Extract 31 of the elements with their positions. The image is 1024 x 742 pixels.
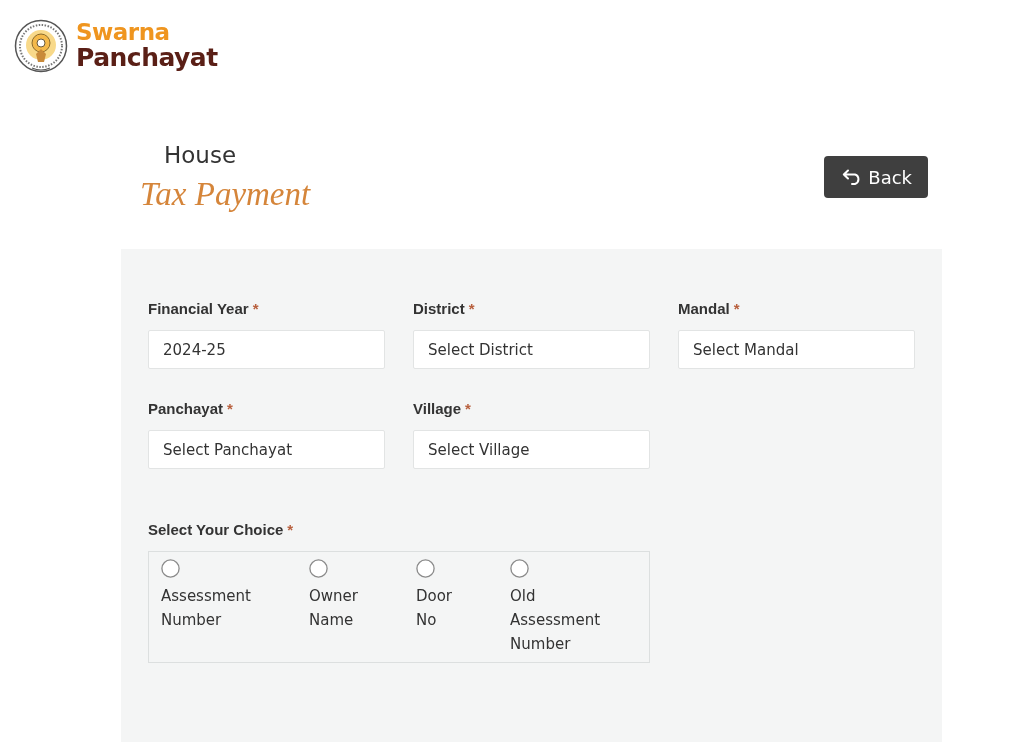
- required-mark: *: [465, 400, 471, 418]
- option-label: Old Assessment Number: [510, 586, 601, 655]
- input-field[interactable]: Select Panchayat: [148, 430, 385, 469]
- required-mark: *: [468, 300, 475, 318]
- required-mark: *: [252, 300, 259, 318]
- required-mark: *: [227, 400, 233, 418]
- option-label: Owner Name: [309, 586, 358, 631]
- required-mark: *: [287, 521, 294, 539]
- input-field[interactable]: Select Mandal: [678, 330, 915, 369]
- page-subtitle: Tax Payment: [140, 175, 311, 214]
- field-label: District: [413, 300, 465, 318]
- back-button[interactable]: Back: [824, 156, 928, 198]
- logo-text: Swarna: [76, 20, 170, 44]
- option-label: Assessment Number: [161, 586, 251, 631]
- input-field[interactable]: 2024-25: [148, 330, 385, 369]
- field-label: Select Your Choice: [148, 521, 284, 539]
- field-label: Village: [413, 400, 462, 418]
- radio-button[interactable]: [510, 559, 530, 578]
- radio-button[interactable]: [161, 559, 180, 578]
- circular-emblem-icon: [14, 18, 68, 74]
- field-label: Mandal: [678, 300, 730, 318]
- radio-button[interactable]: [309, 559, 328, 578]
- option-label: Door No: [415, 586, 453, 631]
- logo-text: Panchayat: [76, 43, 218, 72]
- radio-button[interactable]: [415, 559, 435, 578]
- field-label: Financial Year: [148, 300, 249, 318]
- field-label: Panchayat: [148, 400, 224, 418]
- input-field[interactable]: Select Village: [413, 430, 650, 469]
- page-title: House: [164, 141, 237, 170]
- required-mark: *: [733, 300, 740, 318]
- input-field[interactable]: Select District: [413, 330, 650, 369]
